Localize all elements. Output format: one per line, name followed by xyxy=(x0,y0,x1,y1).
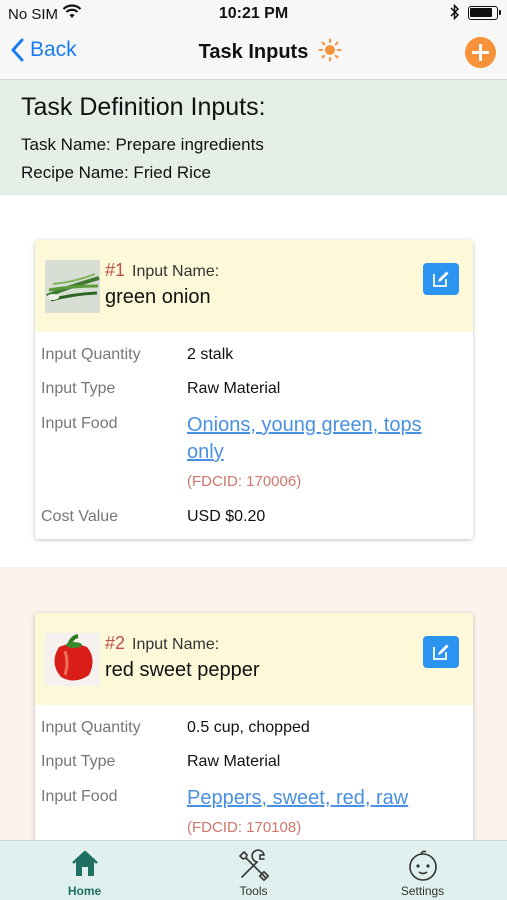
edit-input-button[interactable] xyxy=(423,263,459,295)
fdcid-value: (FDCID: 170108) xyxy=(187,819,302,836)
quantity-value: 0.5 cup, chopped xyxy=(187,719,310,736)
navigation-bar: Back Task Inputs xyxy=(0,28,507,80)
quantity-label: Input Quantity xyxy=(41,719,141,736)
tab-tools[interactable]: Tools xyxy=(169,841,338,900)
tab-home[interactable]: Home xyxy=(0,841,169,900)
input-name-label: Input Name: xyxy=(132,263,220,280)
input-section-1: #1 Input Name: green onion Input Quantit… xyxy=(0,195,507,567)
cost-label: Cost Value xyxy=(41,508,119,525)
sun-icon xyxy=(318,38,342,67)
tab-home-label: Home xyxy=(67,884,102,898)
header-title: Task Definition Inputs: xyxy=(21,93,266,121)
food-link[interactable]: Peppers, sweet, red, raw xyxy=(187,785,457,812)
edit-icon xyxy=(433,271,449,287)
green-onion-thumbnail xyxy=(45,260,100,313)
tab-bar: Home Tools Settings xyxy=(0,840,507,900)
food-link[interactable]: Onions, young green, tops only xyxy=(187,412,457,466)
recipe-name-line: Recipe Name: Fried Rice xyxy=(21,163,211,182)
edit-icon xyxy=(433,644,449,660)
fdcid-value: (FDCID: 170006) xyxy=(187,473,302,490)
food-label: Input Food xyxy=(41,788,118,805)
food-label: Input Food xyxy=(41,415,118,432)
tools-icon xyxy=(169,849,338,881)
input-card-header: #2 Input Name: red sweet pepper xyxy=(35,613,473,705)
quantity-label: Input Quantity xyxy=(41,346,141,363)
input-name: green onion xyxy=(105,286,211,308)
type-label: Input Type xyxy=(41,753,116,770)
tab-settings-label: Settings xyxy=(400,884,445,898)
battery-icon xyxy=(468,6,501,20)
input-card-header: #1 Input Name: green onion xyxy=(35,240,473,332)
input-name: red sweet pepper xyxy=(105,659,260,681)
tab-settings[interactable]: Settings xyxy=(338,841,507,900)
task-name-line: Task Name: Prepare ingredients xyxy=(21,135,264,154)
task-definition-header: Task Definition Inputs: Task Name: Prepa… xyxy=(0,80,507,195)
home-icon xyxy=(0,849,169,879)
input-name-label: Input Name: xyxy=(132,636,220,653)
type-label: Input Type xyxy=(41,380,116,397)
input-card: #2 Input Name: red sweet pepper Input Qu… xyxy=(35,613,473,873)
status-bar: No SIM 10:21 PM xyxy=(0,0,507,28)
tab-tools-label: Tools xyxy=(239,884,268,898)
page-title: Task Inputs xyxy=(198,41,309,63)
input-number: #1 xyxy=(105,260,126,280)
add-input-button[interactable] xyxy=(465,37,496,68)
type-value: Raw Material xyxy=(187,753,281,770)
red-pepper-thumbnail xyxy=(45,633,100,686)
input-card: #1 Input Name: green onion Input Quantit… xyxy=(35,240,473,539)
baby-face-icon xyxy=(338,849,507,881)
bluetooth-icon xyxy=(450,3,460,23)
input-number: #2 xyxy=(105,633,126,653)
type-value: Raw Material xyxy=(187,380,281,397)
clock: 10:21 PM xyxy=(218,5,289,22)
quantity-value: 2 stalk xyxy=(187,346,234,363)
input-section-2: #2 Input Name: red sweet pepper Input Qu… xyxy=(0,567,507,873)
edit-input-button[interactable] xyxy=(423,636,459,668)
cost-value: USD $0.20 xyxy=(187,508,266,525)
